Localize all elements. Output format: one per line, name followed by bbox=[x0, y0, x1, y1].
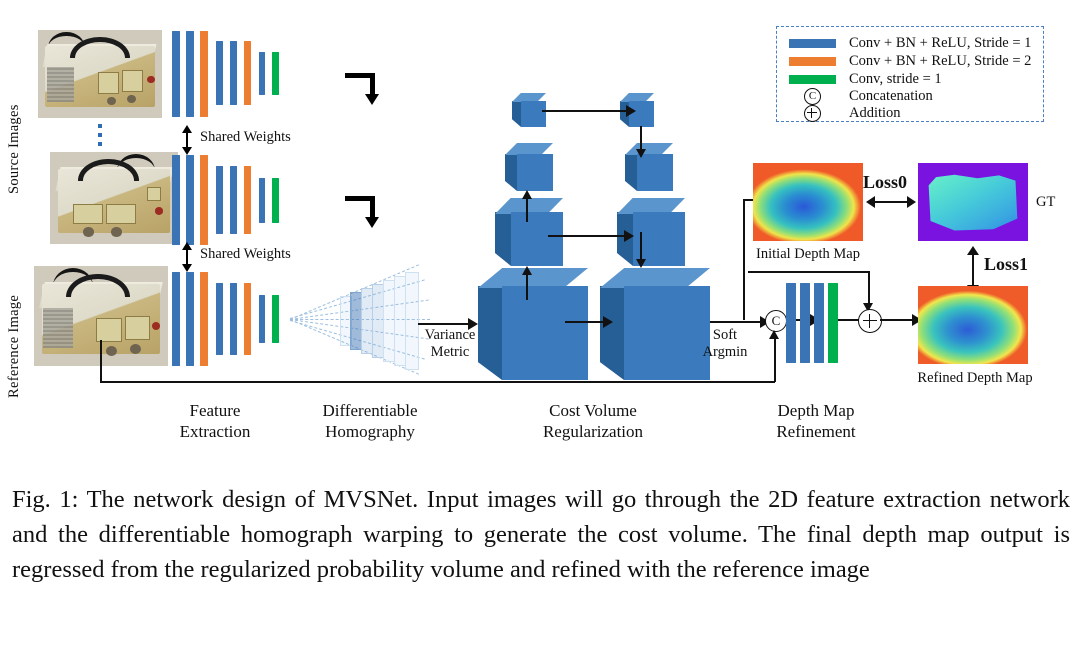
stage-label-line1: Cost Volume bbox=[549, 401, 637, 420]
legend-row-concatenation: C Concatenation bbox=[789, 88, 933, 105]
encoder-arrow-2 bbox=[522, 190, 532, 222]
stage-label-depth-map-refinement: Depth Map Refinement bbox=[750, 400, 882, 442]
cost-volume-cube-tiny-encoder bbox=[512, 93, 546, 127]
skip-arrow-middle bbox=[548, 230, 636, 242]
stage-label-line2: Refinement bbox=[776, 422, 856, 441]
addition-icon bbox=[789, 105, 836, 122]
legend-label-conv-plain: Conv, stride = 1 bbox=[849, 71, 942, 87]
concat-symbol: C bbox=[771, 313, 781, 328]
encoder-arrow-1 bbox=[522, 266, 532, 300]
variance-metric-label-line1: Variance bbox=[424, 327, 476, 343]
addition-node bbox=[858, 309, 882, 333]
initial-depth-map-image bbox=[753, 163, 863, 241]
soft-argmin-label-line1: Soft bbox=[712, 327, 738, 343]
shared-weights-arrow-1 bbox=[182, 125, 192, 155]
legend-label-addition: Addition bbox=[849, 105, 901, 121]
shared-weights-arrow-2 bbox=[182, 242, 192, 272]
source2-routing-arrow bbox=[345, 196, 385, 228]
stage-label-cost-volume-regularization: Cost Volume Regularization bbox=[518, 400, 668, 442]
decoder-arrow-1 bbox=[636, 126, 646, 158]
refined-depth-map-label: Refined Depth Map bbox=[917, 370, 1033, 386]
stage-label-line2: Extraction bbox=[179, 422, 251, 441]
initial-depth-map-label: Initial Depth Map bbox=[756, 246, 860, 262]
stage-label-line2: Regularization bbox=[542, 422, 644, 441]
loss0-arrow bbox=[866, 196, 916, 208]
cost-volume-cube-small-decoder bbox=[625, 143, 673, 191]
legend-row-addition: Addition bbox=[789, 105, 901, 122]
stage-label-line1: Differentiable bbox=[322, 401, 418, 420]
legend-concat-symbol: C bbox=[804, 88, 821, 105]
legend-swatch-green bbox=[789, 75, 836, 84]
loss1-label: Loss1 bbox=[984, 254, 1029, 274]
legend-box: Conv + BN + ReLU, Stride = 1 Conv + BN +… bbox=[776, 26, 1044, 122]
cost-volume-cube-large-2 bbox=[600, 268, 710, 380]
legend-swatch-blue bbox=[789, 39, 836, 48]
variance-metric-label-line2: Metric bbox=[430, 344, 470, 360]
shared-weights-label-1: Shared Weights bbox=[200, 129, 291, 145]
legend-swatch-orange bbox=[789, 57, 836, 66]
concatenation-node: C bbox=[765, 310, 787, 332]
decoder-arrow-2 bbox=[636, 232, 646, 268]
skip-arrow-bottom bbox=[565, 316, 615, 328]
legend-label-conv-stride2: Conv + BN + ReLU, Stride = 2 bbox=[849, 53, 1032, 69]
refined-depth-map-image bbox=[918, 286, 1028, 364]
ground-truth-label: GT bbox=[1036, 194, 1056, 210]
stage-label-line2: Homography bbox=[325, 422, 415, 441]
stage-label-line1: Feature bbox=[189, 401, 241, 420]
legend-row-conv-plain: Conv, stride = 1 bbox=[789, 71, 942, 88]
stage-label-line1: Depth Map bbox=[777, 401, 855, 420]
differentiable-homography-frustum bbox=[288, 262, 438, 380]
source-image-2 bbox=[50, 152, 178, 244]
figure-diagram: Source Images Reference Image Shared Wei… bbox=[0, 0, 1083, 470]
figure-caption: Fig. 1: The network design of MVSNet. In… bbox=[12, 486, 1070, 583]
legend-row-conv-stride2: Conv + BN + ReLU, Stride = 2 bbox=[789, 53, 1031, 70]
legend-label-concatenation: Concatenation bbox=[849, 88, 933, 104]
reference-image-label: Reference Image bbox=[6, 294, 22, 398]
source1-routing-arrow bbox=[345, 73, 385, 105]
source-image-1 bbox=[38, 30, 162, 118]
source-images-label: Source Images bbox=[6, 104, 22, 194]
ellipsis-dots bbox=[98, 124, 102, 146]
legend-label-conv-stride1: Conv + BN + ReLU, Stride = 1 bbox=[849, 35, 1032, 51]
ground-truth-depth-map-image bbox=[918, 163, 1028, 241]
skip-arrow-top bbox=[542, 105, 638, 117]
loss0-label: Loss0 bbox=[863, 172, 908, 192]
stage-label-feature-extraction: Feature Extraction bbox=[150, 400, 280, 442]
soft-argmin-label-line2: Argmin bbox=[702, 344, 748, 360]
legend-row-conv-stride1: Conv + BN + ReLU, Stride = 1 bbox=[789, 35, 1031, 52]
shared-weights-label-2: Shared Weights bbox=[200, 246, 291, 262]
stage-label-differentiable-homography: Differentiable Homography bbox=[300, 400, 440, 442]
concatenation-icon: C bbox=[789, 88, 836, 105]
cost-volume-cube-small-encoder bbox=[505, 143, 553, 191]
legend-addition-symbol bbox=[804, 105, 821, 122]
